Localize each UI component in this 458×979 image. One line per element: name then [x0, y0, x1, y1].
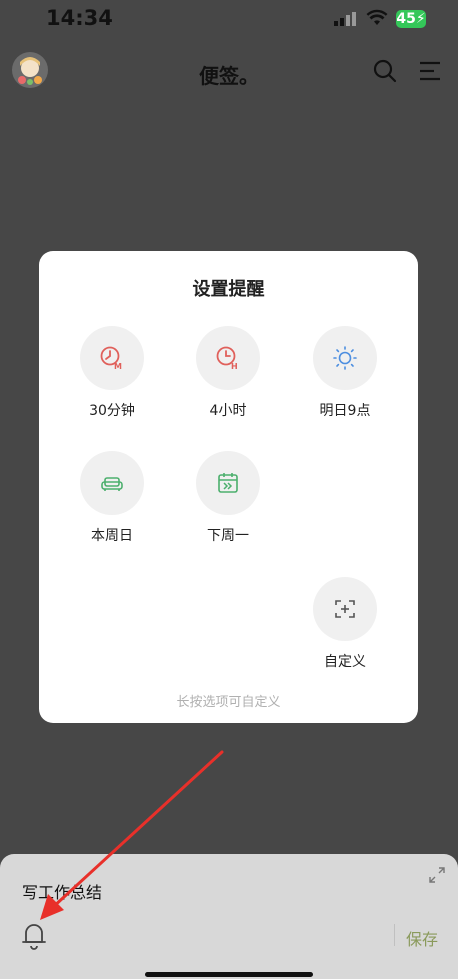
dialog-hint: 长按选项可自定义	[176, 695, 281, 710]
expand-icon[interactable]	[428, 866, 446, 884]
charging-icon: ⚡	[415, 11, 426, 27]
status-time: 14:34	[46, 6, 113, 30]
add-custom-icon	[335, 600, 355, 618]
signal-icon	[334, 12, 356, 26]
calendar-icon	[218, 473, 238, 493]
app-bar: 便签。	[0, 40, 458, 100]
option-label: 本周日	[91, 528, 133, 544]
menu-icon[interactable]	[417, 58, 443, 84]
save-button[interactable]: 保存	[406, 926, 438, 950]
option-circle[interactable]	[196, 451, 260, 515]
option-circle[interactable]	[313, 326, 377, 390]
svg-text:M: M	[114, 362, 122, 371]
sun-icon	[333, 346, 357, 370]
option-label: 明日9点	[319, 403, 371, 419]
option-this-sunday[interactable]: 本周日	[57, 451, 167, 545]
reminder-dialog: 设置提醒 M 30分钟 H 4小时 明日9点 本周日 下周一 自定义 长按选项可…	[39, 251, 418, 723]
option-circle[interactable]: H	[196, 326, 260, 390]
option-next-monday[interactable]: 下周一	[173, 451, 283, 545]
option-custom[interactable]: 自定义	[290, 577, 400, 671]
option-label: 4小时	[209, 403, 247, 419]
svg-text:H: H	[231, 362, 238, 371]
option-4hours[interactable]: H 4小时	[173, 326, 283, 420]
search-icon[interactable]	[372, 58, 398, 84]
home-indicator	[145, 972, 313, 977]
clock-h-icon: H	[216, 346, 238, 371]
bell-icon[interactable]	[20, 920, 48, 950]
option-label: 下周一	[207, 528, 249, 544]
wifi-icon	[366, 9, 388, 25]
battery-level: 45	[396, 11, 416, 27]
note-text[interactable]: 写工作总结	[22, 879, 102, 903]
option-circle[interactable]	[313, 577, 377, 641]
option-label: 30分钟	[89, 403, 135, 419]
divider	[394, 924, 395, 946]
sofa-icon	[101, 477, 123, 491]
status-bar: 14:34 45 ⚡	[0, 0, 458, 40]
option-label: 自定义	[324, 654, 366, 670]
clock-m-icon: M	[100, 346, 122, 371]
option-tomorrow-9[interactable]: 明日9点	[290, 326, 400, 420]
dialog-title: 设置提醒	[192, 279, 265, 300]
option-circle[interactable]	[80, 451, 144, 515]
battery-indicator: 45 ⚡	[396, 10, 426, 28]
option-30min[interactable]: M 30分钟	[57, 326, 167, 420]
option-circle[interactable]: M	[80, 326, 144, 390]
note-editor-sheet: 写工作总结 保存	[0, 854, 458, 979]
